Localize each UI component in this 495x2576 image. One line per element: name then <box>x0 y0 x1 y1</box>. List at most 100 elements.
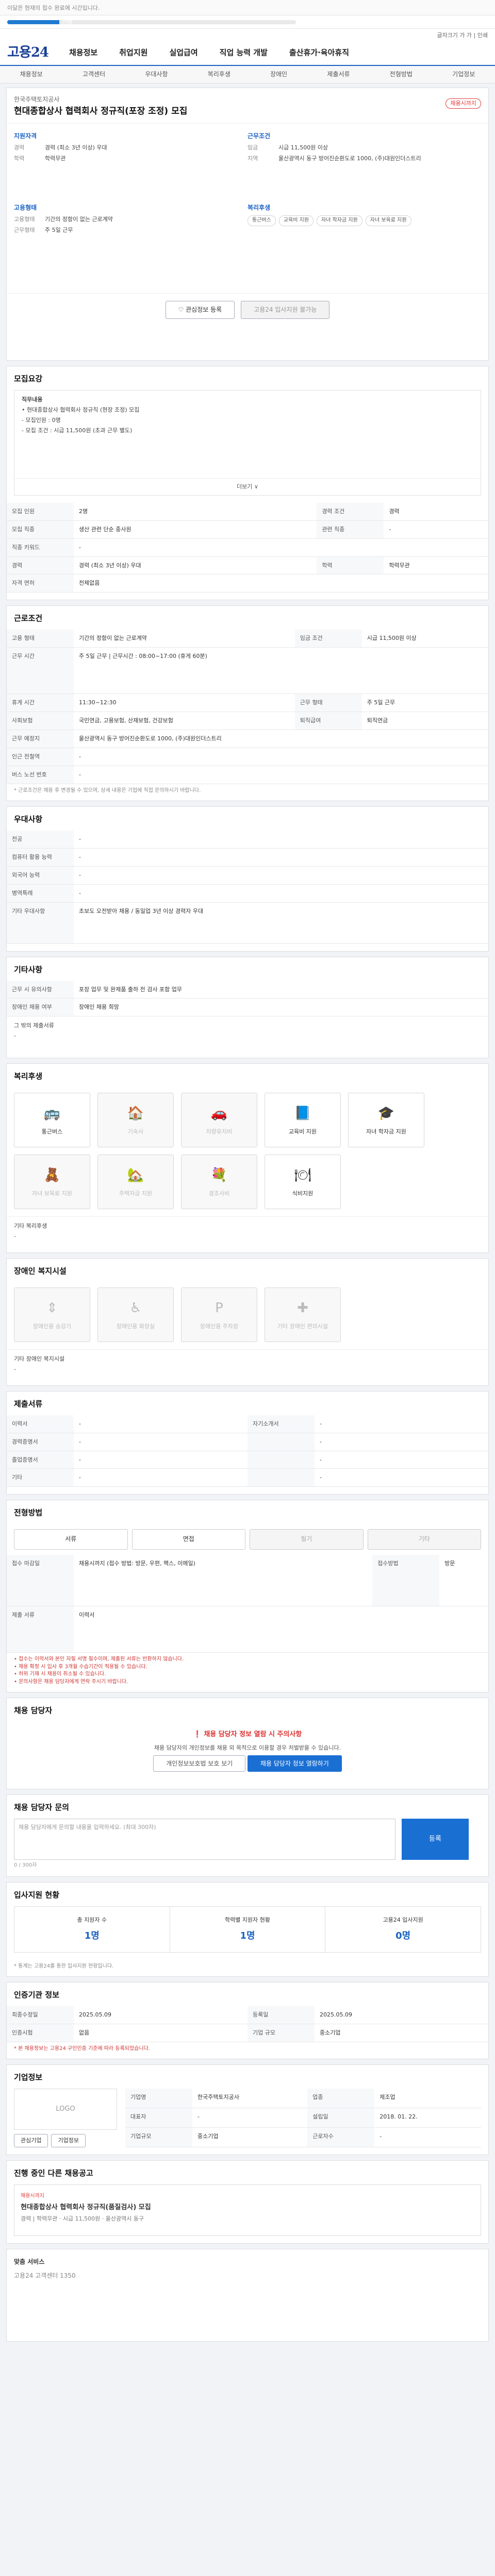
th: 사회보험 <box>7 711 74 730</box>
td: 이력서 <box>74 1606 488 1653</box>
welfare-label: 주택자금 지원 <box>119 1190 153 1197</box>
facility-label: 장애인용 화장실 <box>116 1323 155 1330</box>
td: - <box>74 766 488 784</box>
process-tag: 필기 <box>250 1529 364 1550</box>
th: 장애인 채용 여부 <box>7 998 74 1017</box>
td: 울산광역시 동구 방어진순환도로 1000, (주)대원인더스트리 <box>74 730 488 748</box>
process-note: • 문의사항은 채용 담당자에게 연락 주시기 바랍니다. <box>14 1679 128 1685</box>
tab[interactable]: 제출서류 <box>327 70 350 79</box>
kv-value: 시급 11,500원 이상 <box>278 144 328 151</box>
td: 기간의 정함이 없는 근로계약 <box>74 630 295 648</box>
disabled-section: 장애인 복지시설 ⇕ 장애인용 승강기 ♿ 장애인용 화장실 P 장애인용 주차장 ✚… <box>6 1258 489 1386</box>
related-card[interactable]: 채용시까지 현대종합상사 협력회사 정규직(품질검사) 모집 경력 | 학력무관… <box>14 2184 481 2236</box>
gnb-item[interactable]: 출산휴가·육아휴직 <box>289 47 349 59</box>
td: - <box>384 520 488 539</box>
stat-label: 고용24 입사지원 <box>383 1916 423 1923</box>
company-section: 기업정보 LOGO 관심기업 기업정보 기업명 한국주택토지공사 업종 제조업 대표자… <box>6 2064 489 2156</box>
form-heading: 고용형태 <box>14 204 37 212</box>
section-title: 입사지원 현황 <box>14 1890 60 1900</box>
qa-textarea[interactable]: 채용 담당자에게 문의할 내용을 입력하세요. (최대 300자) <box>14 1818 395 1860</box>
td: 장애인 채용 희망 <box>74 998 488 1017</box>
duty-line: - 모집인원 : 0명 <box>22 416 61 423</box>
th: 근로자수 <box>307 2127 375 2148</box>
td: 중소기업 <box>192 2127 308 2148</box>
th: 모집 직종 <box>7 520 74 539</box>
tab[interactable]: 기업정보 <box>452 70 475 79</box>
td: - <box>315 1415 488 1433</box>
alert-body: 채용 담당자의 개인정보를 채용 외 목적으로 이용할 경우 처벌받을 수 있습… <box>154 1744 341 1751</box>
more-button[interactable]: 더보기 ∨ <box>14 478 481 495</box>
view-contact-button[interactable]: 채용 담당자 정보 열람하기 <box>247 1755 342 1772</box>
prefer-section: 우대사항 전공 - 컴퓨터 활용 능력 - 외국어 능력 - 병역특례 - 기타 우대사… <box>6 806 489 952</box>
td: 11:30~12:30 <box>74 693 295 712</box>
section-title: 진행 중인 다른 채용공고 <box>14 2168 93 2178</box>
docs-table: 이력서 - 자기소개서 - 경력증명서 - - 졸업증명서 - - 기타 - - <box>7 1415 488 1487</box>
tab[interactable]: 복리후생 <box>208 70 230 79</box>
welfare-section: 복리후생 🚌 통근버스 🏠 기숙사 🚗 차량유지비 📘 교육비 지원 🎓 자녀 학자금 지원 🧸 자녀… <box>6 1063 489 1253</box>
related-title: 현대종합상사 협력회사 정규직(품질검사) 모집 <box>21 2203 151 2211</box>
welfare-icon: 🚗 <box>210 1106 228 1122</box>
privacy-law-button[interactable]: 개인정보보호법 보호 보기 <box>153 1755 246 1772</box>
company-name[interactable]: 한국주택토지공사 <box>7 88 488 104</box>
scrap-button[interactable]: ♡ 관심정보 등록 <box>165 301 235 319</box>
th: 임금 조건 <box>294 630 362 648</box>
disabled-grid: ⇕ 장애인용 승강기 ♿ 장애인용 화장실 P 장애인용 주차장 ✚ 기타 장애인 편의… <box>7 1282 488 1349</box>
td: 포장 업무 및 완제품 출하 전 검사 포함 업무 <box>74 980 488 999</box>
welfare-chip: 자녀 보육료 지원 <box>365 215 411 226</box>
td: 국민연금, 고용보험, 산재보험, 건강보험 <box>74 711 295 730</box>
welfare-label: 식비지원 <box>292 1190 314 1197</box>
facility-label: 기타 장애인 편의시설 <box>277 1323 328 1330</box>
section-title: 장애인 복지시설 <box>14 1266 67 1276</box>
welfare-box: 🚗 차량유지비 <box>181 1093 257 1148</box>
td: 주 5일 근무 <box>361 693 488 712</box>
company-info-button[interactable]: 기업정보 <box>51 2134 86 2148</box>
th: 버스 노선 번호 <box>7 766 74 784</box>
tab[interactable]: 채용정보 <box>20 70 43 79</box>
td: - <box>374 2127 481 2148</box>
tab[interactable]: 장애인 <box>270 70 287 79</box>
td: 방문 <box>439 1554 488 1607</box>
section-title: 전형방법 <box>14 1508 43 1518</box>
td: - <box>74 1468 248 1487</box>
summary-cols-2: 고용형태 고용형태 기간의 정함이 없는 근로계약 근무형태 주 5일 근무 복리후… <box>7 195 488 293</box>
th: 이력서 <box>7 1415 74 1433</box>
welfare-box: 💐 경조사비 <box>181 1155 257 1210</box>
section-title: 제출서류 <box>14 1399 43 1409</box>
th: 기타 <box>7 1468 74 1487</box>
gnb-item[interactable]: 실업급여 <box>169 47 197 59</box>
welfare-label: 자녀 학자금 지원 <box>366 1128 406 1135</box>
remark-value: - <box>14 1032 16 1040</box>
elevator-icon: ⇕ <box>46 1300 58 1316</box>
gnb-item[interactable]: 취업지원 <box>119 47 147 59</box>
status-section: 입사지원 현황 총 지원자 수 1명 학력별 지원자 현황 1명 고용24 입사지원… <box>6 1882 489 1977</box>
welfare-box: 🧸 자녀 보육료 지원 <box>14 1155 90 1210</box>
kv-key: 고용형태 <box>14 216 35 223</box>
kv-value: 기간의 정함이 없는 근로계약 <box>45 216 113 223</box>
td: - <box>74 884 488 903</box>
gnb-item[interactable]: 직업 능력 개발 <box>220 47 268 59</box>
td: 초보도 오전받아 채용 / 동일업 3년 이상 경력자 우대 <box>74 902 488 944</box>
td: 퇴직연금 <box>361 711 488 730</box>
site-logo[interactable]: 고용24 <box>7 43 49 63</box>
related-tag: 채용시까지 <box>21 2193 44 2199</box>
tab[interactable]: 전형방법 <box>390 70 412 79</box>
stat-value: 1명 <box>240 1930 255 1941</box>
restroom-icon: ♿ <box>129 1300 142 1316</box>
heart-icon: ♡ <box>178 306 186 314</box>
font-size-tools[interactable]: 글자크기 가 가 | 인쇄 <box>0 29 495 41</box>
welfare-box: 🍽 식비지원 <box>265 1155 341 1210</box>
welfare-box: 🚌 통근버스 <box>14 1093 90 1148</box>
apply-button[interactable]: 고용24 입사지원 불가능 <box>241 301 330 319</box>
tab[interactable]: 우대사항 <box>145 70 168 79</box>
progress-fill <box>7 20 59 24</box>
summary-cols-1: 지원자격 경력 경력 (최소 3년 이상) 우대 학력 학력무관 근무조건 임금 시급… <box>7 123 488 195</box>
tab[interactable]: 고객센터 <box>82 70 105 79</box>
qa-submit-button[interactable]: 등록 <box>402 1818 469 1860</box>
stat-item: 학력별 지원자 현황 1명 <box>170 1906 326 1952</box>
char-count: 0 / 300자 <box>14 1862 37 1868</box>
global-nav: 고용24 채용정보 취업지원 실업급여 직업 능력 개발 출산휴가·육아휴직 <box>0 41 495 66</box>
td: 없음 <box>74 2024 248 2042</box>
th: 전공 <box>7 831 74 849</box>
gnb-item[interactable]: 채용정보 <box>69 47 97 59</box>
fav-company-button[interactable]: 관심기업 <box>14 2134 48 2148</box>
